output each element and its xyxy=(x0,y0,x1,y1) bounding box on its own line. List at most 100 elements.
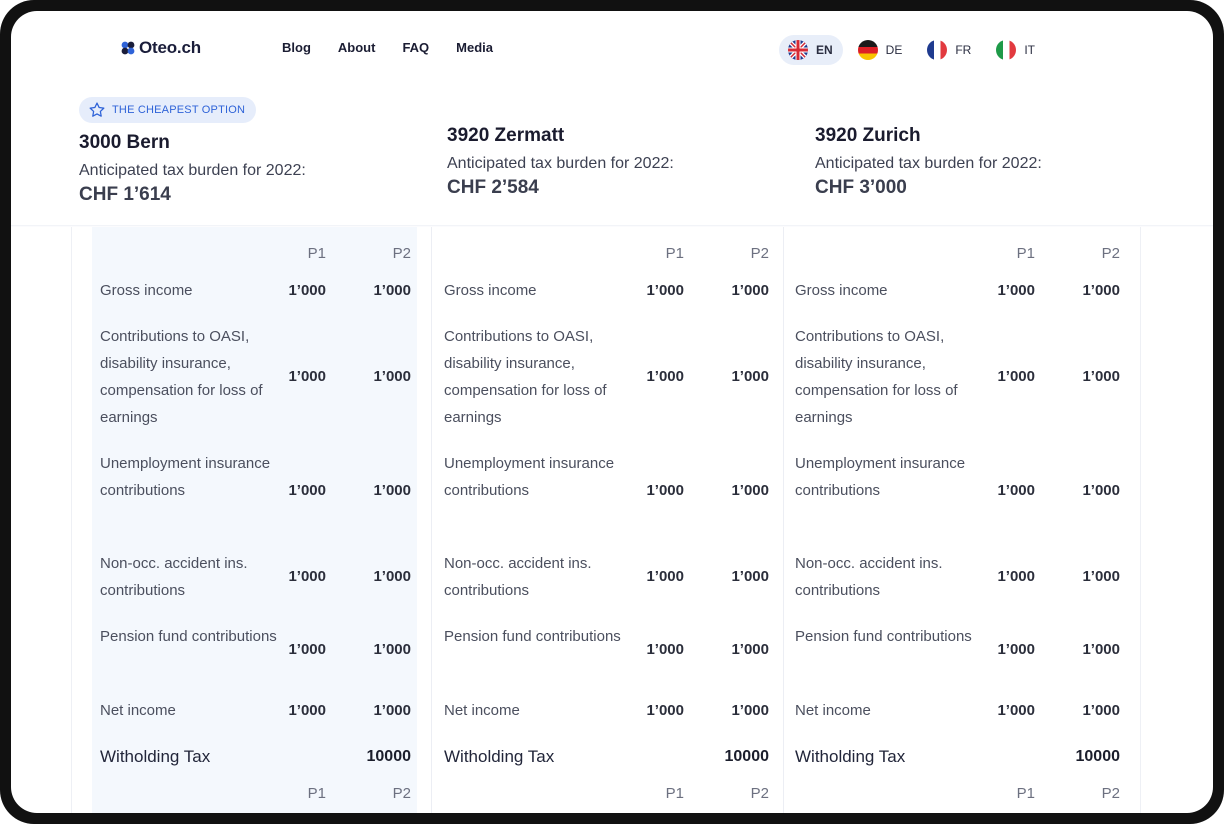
row-value-p1: 1’000 xyxy=(997,281,1035,299)
row-value-p1: 1’000 xyxy=(646,481,684,499)
withholding-tax-value: 10000 xyxy=(1075,748,1121,765)
row-value-p2: 1’000 xyxy=(1082,701,1120,719)
withholding-tax-label: Witholding Tax xyxy=(444,747,555,766)
row-value-p1: 1’000 xyxy=(288,568,326,586)
row-label: Net income xyxy=(100,702,176,719)
top-navbar: Oteo.ch Blog About FAQ Media EN DE FR IT xyxy=(11,11,1213,89)
device-frame: Oteo.ch Blog About FAQ Media EN DE FR IT… xyxy=(0,0,1224,824)
person-header-p2: P2 xyxy=(750,245,769,262)
italy-flag-icon xyxy=(996,40,1017,60)
withholding-tax-label: Witholding Tax xyxy=(100,747,211,766)
logo-icon xyxy=(121,41,135,55)
row-label: Non-occ. accident ins. contributions xyxy=(444,555,592,599)
anticipated-label: Anticipated tax burden for 2022: xyxy=(447,155,674,172)
person-header-p2: P2 xyxy=(1101,245,1120,262)
row-label: Pension fund contributions xyxy=(100,628,277,645)
lang-option-fr[interactable]: FR xyxy=(918,35,981,65)
tax-amount: CHF 1’614 xyxy=(79,184,171,205)
row-value-p2: 1’000 xyxy=(731,481,769,499)
row-label: Unemployment insurance contributions xyxy=(100,455,271,499)
lang-label: FR xyxy=(955,43,972,57)
row-label: Non-occ. accident ins. contributions xyxy=(100,555,248,599)
person-header-p1: P1 xyxy=(665,785,684,802)
header-column-zurich: 3920 Zurich Anticipated tax burden for 2… xyxy=(815,125,1042,199)
language-switcher: EN DE FR IT xyxy=(778,35,1045,65)
nav-link-blog[interactable]: Blog xyxy=(282,40,311,55)
row-value-p2: 1’000 xyxy=(1082,281,1120,299)
app-screen: Oteo.ch Blog About FAQ Media EN DE FR IT… xyxy=(11,11,1213,813)
row-value-p1: 1’000 xyxy=(997,701,1035,719)
withholding-tax-value: 10000 xyxy=(366,748,412,765)
person-header-p2: P2 xyxy=(392,785,411,802)
row-value-p1: 1’000 xyxy=(646,367,684,385)
city-name: 3000 Bern xyxy=(79,132,170,153)
row-value-p2: 1’000 xyxy=(1082,367,1120,385)
lang-label: IT xyxy=(1024,43,1035,57)
germany-flag-icon xyxy=(857,40,878,60)
row-value-p2: 1’000 xyxy=(373,568,411,586)
person-header-p1: P1 xyxy=(307,245,326,262)
nav-link-media[interactable]: Media xyxy=(456,40,493,55)
row-value-p2: 1’000 xyxy=(1082,641,1120,659)
city-name: 3920 Zurich xyxy=(815,125,921,146)
person-header-p1: P1 xyxy=(665,245,684,262)
row-label: Pension fund contributions xyxy=(444,628,621,645)
withholding-tax-value: 10000 xyxy=(724,748,770,765)
row-label: Net income xyxy=(444,702,520,719)
brand-name: Oteo.ch xyxy=(139,38,201,57)
row-label: Non-occ. accident ins. contributions xyxy=(795,555,943,599)
row-value-p1: 1’000 xyxy=(997,568,1035,586)
row-label: Unemployment insurance contributions xyxy=(444,455,615,499)
comparison-header: THE CHEAPEST OPTION 3000 Bern Anticipate… xyxy=(11,89,1213,225)
tax-amount: CHF 2’584 xyxy=(447,177,539,198)
person-header-p2: P2 xyxy=(392,245,411,262)
header-column-zermatt: 3920 Zermatt Anticipated tax burden for … xyxy=(447,125,674,199)
row-value-p2: 1’000 xyxy=(1082,481,1120,499)
lang-option-de[interactable]: DE xyxy=(849,35,913,65)
row-value-p1: 1’000 xyxy=(288,701,326,719)
row-label: Unemployment insurance contributions xyxy=(795,455,966,499)
anticipated-label: Anticipated tax burden for 2022: xyxy=(815,155,1042,172)
nav-link-faq[interactable]: FAQ xyxy=(402,40,429,55)
anticipated-label: Anticipated tax burden for 2022: xyxy=(79,162,306,179)
lang-option-it[interactable]: IT xyxy=(987,35,1045,65)
row-value-p1: 1’000 xyxy=(646,568,684,586)
star-icon xyxy=(89,102,105,117)
table-column-bern xyxy=(92,227,417,813)
uk-flag-icon xyxy=(787,40,808,60)
row-value-p1: 1’000 xyxy=(997,481,1035,499)
row-value-p1: 1’000 xyxy=(646,281,684,299)
lang-option-en[interactable]: EN xyxy=(778,35,843,65)
row-value-p1: 1’000 xyxy=(288,641,326,659)
row-label: Net income xyxy=(795,702,871,719)
city-name: 3920 Zermatt xyxy=(447,125,565,146)
cheapest-badge: THE CHEAPEST OPTION xyxy=(79,97,257,123)
row-label: Pension fund contributions xyxy=(795,628,972,645)
row-value-p2: 1’000 xyxy=(373,701,411,719)
person-header-p1: P1 xyxy=(1016,785,1035,802)
row-value-p1: 1’000 xyxy=(646,701,684,719)
person-header-p1: P1 xyxy=(1016,245,1035,262)
row-value-p2: 1’000 xyxy=(731,641,769,659)
row-value-p2: 1’000 xyxy=(373,481,411,499)
person-header-p1: P1 xyxy=(307,785,326,802)
row-value-p2: 1’000 xyxy=(373,367,411,385)
lang-label: EN xyxy=(815,43,833,57)
row-value-p1: 1’000 xyxy=(288,281,326,299)
row-label: Contributions to OASI, disability insura… xyxy=(100,328,263,426)
header-column-bern: THE CHEAPEST OPTION 3000 Bern Anticipate… xyxy=(79,97,306,206)
brand-logo[interactable]: Oteo.ch xyxy=(121,38,201,58)
row-value-p1: 1’000 xyxy=(646,641,684,659)
row-value-p2: 1’000 xyxy=(373,281,411,299)
person-header-p2: P2 xyxy=(1101,785,1120,802)
table-column-zurich xyxy=(783,227,1141,813)
france-flag-icon xyxy=(927,40,948,60)
row-value-p2: 1’000 xyxy=(731,568,769,586)
row-label: Contributions to OASI, disability insura… xyxy=(795,328,958,426)
row-value-p2: 1’000 xyxy=(731,367,769,385)
nav-link-about[interactable]: About xyxy=(338,40,376,55)
table-column-zermatt xyxy=(431,227,783,813)
row-label: Gross income xyxy=(795,282,888,299)
cheapest-badge-label: THE CHEAPEST OPTION xyxy=(112,104,246,116)
row-label: Gross income xyxy=(444,282,537,299)
